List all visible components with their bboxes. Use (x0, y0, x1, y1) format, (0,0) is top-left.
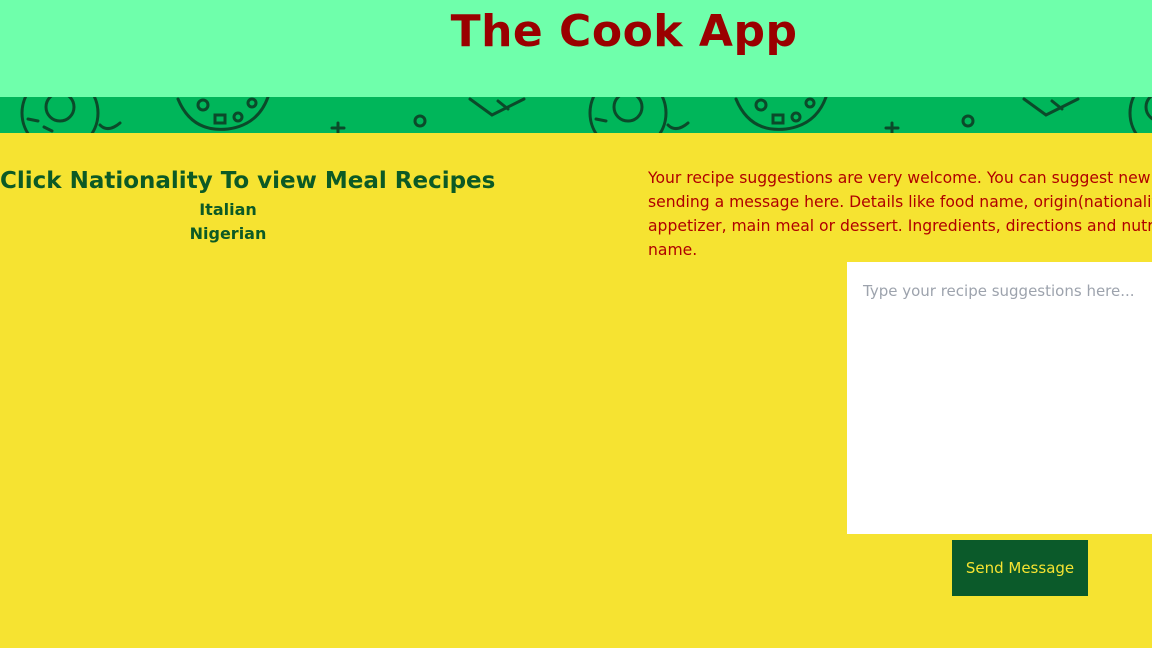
nationality-heading: Click Nationality To view Meal Recipes (0, 168, 496, 194)
suggestion-intro-line: name. (648, 241, 698, 259)
nationality-link-nigerian[interactable]: Nigerian (0, 222, 456, 246)
suggestion-intro-line: Your recipe suggestions are very welcome… (648, 169, 1152, 187)
suggestion-intro-text: Your recipe suggestions are very welcome… (648, 166, 1152, 262)
suggestion-intro-line: appetizer, main meal or dessert. Ingredi… (648, 217, 1152, 235)
suggestion-intro-line: sending a message here. Details like foo… (648, 193, 1152, 211)
food-pattern-banner (0, 97, 1152, 133)
send-message-button[interactable]: Send Message (952, 540, 1088, 596)
nationality-panel: Click Nationality To view Meal Recipes I… (0, 168, 496, 246)
app-title: The Cook App (450, 6, 798, 57)
recipe-suggestion-textarea[interactable] (847, 262, 1152, 534)
nationality-link-italian[interactable]: Italian (0, 198, 456, 222)
food-doodle-pattern (20, 97, 1152, 133)
header: The Cook App (0, 0, 1152, 97)
